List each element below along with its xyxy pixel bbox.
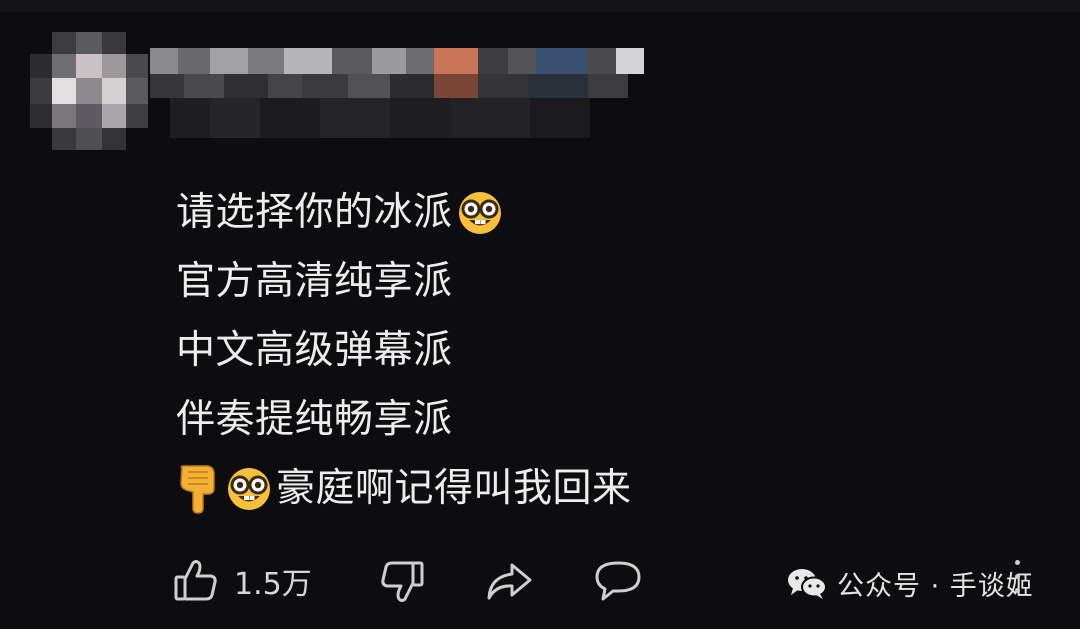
thumbs-up-icon [174, 560, 217, 601]
top-edge [0, 0, 1080, 12]
comment-line: 请选择你的冰派 [176, 178, 632, 247]
watermark-text: 公众号 · 手谈姬 [837, 570, 1034, 602]
reply-button[interactable] [593, 553, 643, 609]
nerd-face-icon [457, 190, 503, 236]
comment-line: 中文高级弹幕派 [176, 316, 632, 385]
comment-line: 伴奏提纯畅享派 [176, 385, 632, 454]
comment-icon [595, 561, 641, 601]
comment-line-text: 请选择你的冰派 [176, 190, 453, 235]
comment-line: 豪庭啊记得叫我回来 [176, 454, 632, 523]
comment-line-text: 中文高级弹幕派 [176, 328, 453, 373]
like-count: 1.5万 [234, 567, 312, 602]
comment-line-text: 伴奏提纯畅享派 [176, 397, 453, 442]
avatar[interactable] [22, 22, 162, 162]
comment-body: 请选择你的冰派 官方高清纯享派 中文高级弹幕派 伴奏提纯畅享派 豪庭啊记得叫我回… [176, 178, 632, 523]
like-button[interactable]: 1.5万 [172, 553, 312, 609]
share-icon [487, 563, 532, 600]
share-button[interactable] [484, 553, 534, 609]
comment-line-text: 官方高清纯享派 [176, 259, 453, 304]
more-options-icon[interactable] [1014, 560, 1022, 604]
comment-line: 官方高清纯享派 [176, 247, 632, 316]
thumbs-down-icon [381, 561, 424, 602]
username[interactable] [150, 40, 670, 150]
nerd-face-icon [226, 466, 272, 512]
wechat-icon [788, 569, 827, 599]
comment-line-text: 豪庭啊记得叫我回来 [276, 466, 632, 511]
dislike-button[interactable] [378, 553, 426, 609]
watermark: 公众号 · 手谈姬 [787, 561, 1034, 605]
pointing-down-icon [176, 464, 220, 514]
